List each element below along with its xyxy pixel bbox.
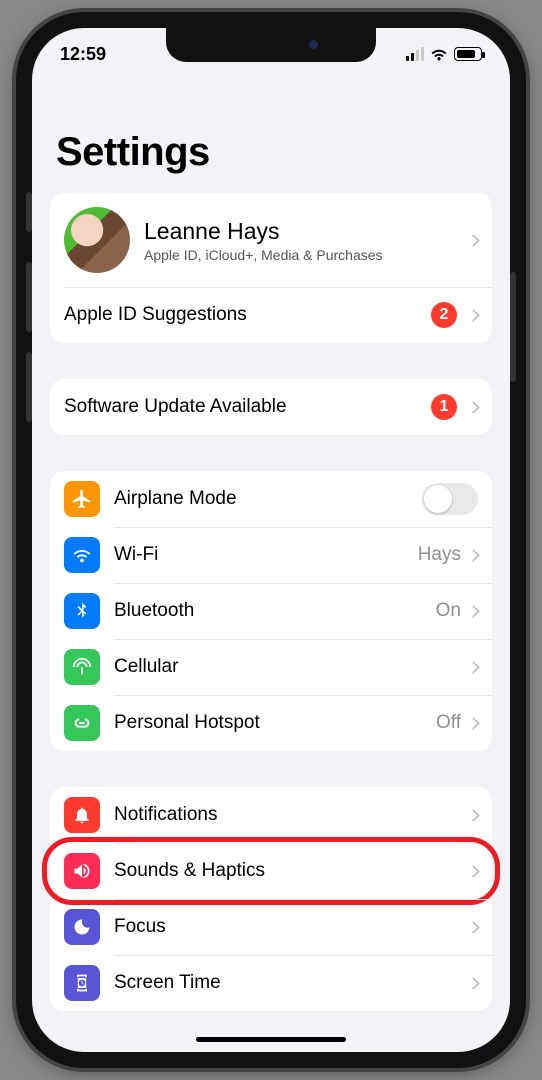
page-title: Settings [56,130,486,175]
home-indicator[interactable] [196,1037,346,1042]
cellular-signal-icon [406,47,424,61]
row-apple-id-profile[interactable]: Leanne Hays Apple ID, iCloud+, Media & P… [50,193,492,287]
chevron-right-icon [467,309,480,322]
phone-frame: 12:59 Settings Leanne Hays Apple ID, iCl… [16,12,526,1068]
row-notifications[interactable]: Notifications [50,787,492,843]
row-airplane-mode[interactable]: Airplane Mode [50,471,492,527]
group-profile: Leanne Hays Apple ID, iCloud+, Media & P… [50,193,492,343]
group-system: Notifications Sounds & Haptics Focus [50,787,492,1011]
sounds-icon [64,853,100,889]
row-label: Focus [114,916,469,938]
profile-subtitle: Apple ID, iCloud+, Media & Purchases [144,247,469,263]
hotspot-icon [64,705,100,741]
notifications-icon [64,797,100,833]
chevron-right-icon [467,809,480,822]
badge-count: 2 [431,302,457,328]
chevron-right-icon [467,717,480,730]
wifi-signal-icon [430,47,448,61]
row-wifi[interactable]: Wi-Fi Hays [50,527,492,583]
focus-icon [64,909,100,945]
wifi-icon [64,537,100,573]
row-cellular[interactable]: Cellular [50,639,492,695]
row-value: Hays [418,544,461,566]
chevron-right-icon [467,865,480,878]
screen: 12:59 Settings Leanne Hays Apple ID, iCl… [32,28,510,1052]
status-indicators [406,47,482,61]
row-value: On [436,600,461,622]
row-label: Airplane Mode [114,488,422,510]
airplane-toggle[interactable] [422,483,478,515]
row-software-update[interactable]: Software Update Available 1 [50,379,492,435]
row-label: Screen Time [114,972,469,994]
cellular-icon [64,649,100,685]
notch [166,28,376,62]
row-label: Wi-Fi [114,544,418,566]
row-label: Sounds & Haptics [114,860,469,882]
row-label: Personal Hotspot [114,712,436,734]
status-time: 12:59 [60,44,106,65]
group-software-update: Software Update Available 1 [50,379,492,435]
chevron-right-icon [467,401,480,414]
bluetooth-icon [64,593,100,629]
chevron-right-icon [467,234,480,247]
row-label: Bluetooth [114,600,436,622]
chevron-right-icon [467,661,480,674]
row-label: Cellular [114,656,469,678]
screen-time-icon [64,965,100,1001]
chevron-right-icon [467,977,480,990]
side-button [510,272,516,382]
row-bluetooth[interactable]: Bluetooth On [50,583,492,639]
row-focus[interactable]: Focus [50,899,492,955]
badge-count: 1 [431,394,457,420]
profile-name: Leanne Hays [144,218,469,245]
avatar [64,207,130,273]
row-label: Apple ID Suggestions [64,304,431,326]
chevron-right-icon [467,921,480,934]
row-sounds-haptics[interactable]: Sounds & Haptics [50,843,492,899]
row-personal-hotspot[interactable]: Personal Hotspot Off [50,695,492,751]
settings-scroll[interactable]: Settings Leanne Hays Apple ID, iCloud+, … [32,108,510,1052]
row-label: Notifications [114,804,469,826]
row-label: Software Update Available [64,396,431,418]
row-screen-time[interactable]: Screen Time [50,955,492,1011]
chevron-right-icon [467,605,480,618]
row-value: Off [436,712,461,734]
row-apple-id-suggestions[interactable]: Apple ID Suggestions 2 [50,287,492,343]
group-connectivity: Airplane Mode Wi-Fi Hays Bluetooth [50,471,492,751]
battery-icon [454,47,482,61]
chevron-right-icon [467,549,480,562]
airplane-icon [64,481,100,517]
